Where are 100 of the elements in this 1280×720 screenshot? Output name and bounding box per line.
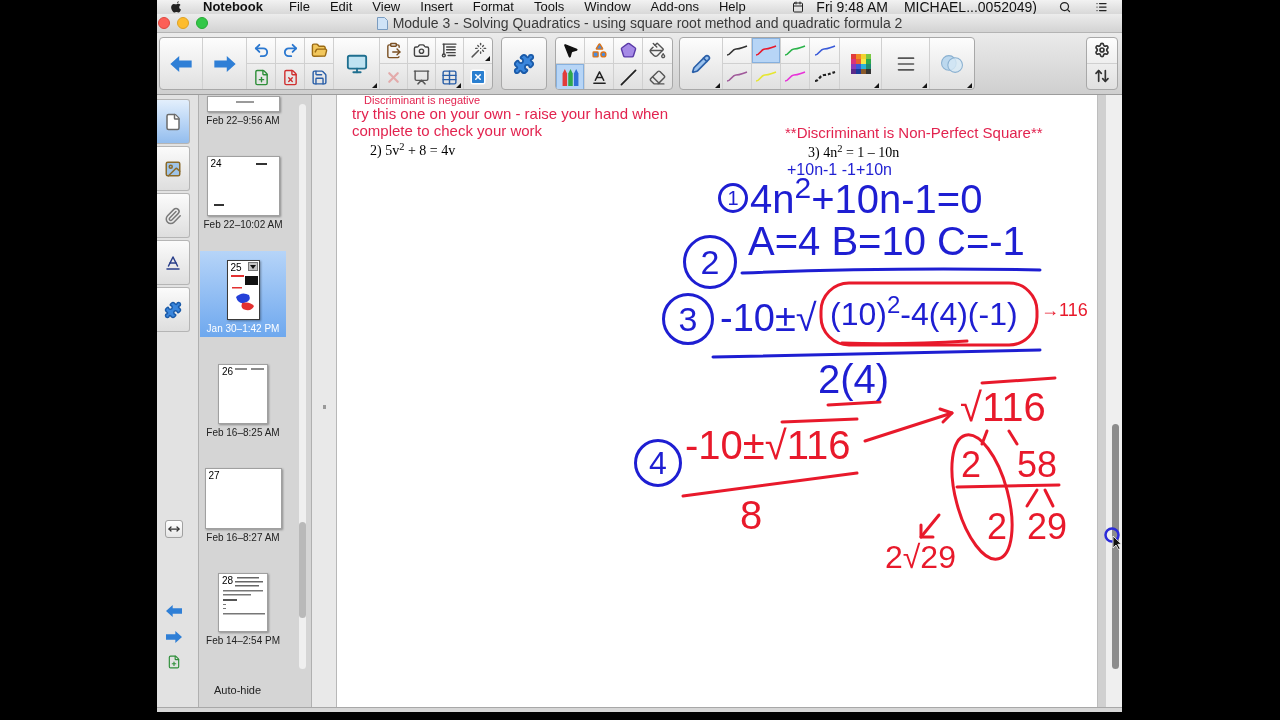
dropdown-triangle-icon [456, 83, 461, 88]
page-date: Feb 22–10:02 AM [203, 219, 283, 231]
page-item[interactable]: 26 Feb 16–8:25 AM [200, 355, 286, 441]
page-thumbnail[interactable]: 25 [226, 260, 260, 320]
clock-text[interactable]: Fri 9:48 AM [816, 0, 888, 14]
scrollbar-thumb[interactable] [299, 522, 306, 618]
handwritten-text: √116 [960, 387, 1046, 427]
dropdown-triangle-icon [715, 83, 720, 88]
auto-hide-label[interactable]: Auto-hide [214, 684, 262, 697]
page-item[interactable]: 25 Jan 30–1:42 PM [200, 251, 286, 337]
up-down-arrow-icon [1094, 68, 1110, 85]
screen-shade-button[interactable] [436, 38, 464, 64]
handwritten-text: 2 [987, 509, 1008, 545]
monitor-icon [345, 53, 368, 75]
dropdown-triangle-icon [372, 83, 377, 88]
problem-equation: 2) 5v$^{2}$ + 8 = 4v [370, 143, 456, 159]
menu-item[interactable]: File [288, 0, 310, 14]
paint-bucket-icon [649, 42, 666, 59]
thumbnail-content-drawing [235, 577, 263, 587]
text-style-icon [164, 253, 182, 272]
whiteboard-canvas[interactable] [337, 95, 1097, 707]
page-item[interactable]: 28 Feb 14–2:54 PM [200, 564, 286, 649]
page-menu-button[interactable] [247, 262, 258, 271]
side-tab[interactable] [157, 287, 190, 332]
menu-item[interactable]: Add-ons [650, 0, 699, 14]
side-tab[interactable] [157, 146, 190, 191]
handwritten-text: 8 [740, 495, 763, 535]
handwritten-text: -10±√116 [685, 425, 851, 465]
page-date: Feb 16–8:27 AM [206, 532, 280, 544]
page-icon [164, 112, 182, 131]
menu-list-icon[interactable] [1095, 1, 1108, 13]
page-plus-icon [252, 68, 270, 86]
handwritten-text: 2(4) [818, 359, 890, 399]
page-item[interactable]: 27 Feb 16–8:27 AM [200, 459, 286, 546]
lines-icon [895, 54, 916, 74]
calendar-icon[interactable] [792, 1, 805, 13]
arrow-right-icon [165, 631, 182, 643]
user-name[interactable]: MICHAEL...0052049) [903, 0, 1037, 14]
scrollbar[interactable] [299, 104, 306, 669]
side-tab[interactable] [157, 193, 190, 238]
handwritten-text: 2 [961, 447, 982, 483]
tool-button[interactable] [614, 38, 643, 64]
app-menu[interactable]: Notebook [203, 0, 263, 14]
menu-item[interactable]: Insert [420, 0, 453, 14]
problem-equation: 3) 4n$^{2}$ = 1 – 10n [808, 145, 900, 161]
page-thumbnail[interactable]: 28 [218, 573, 268, 632]
close-icon [469, 68, 487, 86]
eraser-icon [649, 68, 666, 86]
arrow-left-icon [170, 56, 192, 72]
search-icon[interactable] [1059, 1, 1071, 13]
menu-item[interactable]: Edit [329, 0, 353, 14]
redo-icon [281, 42, 299, 59]
dropdown-triangle-icon [922, 83, 927, 88]
menu-item[interactable]: Window [584, 0, 631, 14]
shapes-icon [590, 42, 608, 59]
menu-item[interactable]: Help [719, 0, 746, 14]
page-plus-icon [166, 655, 181, 669]
handwritten-text: -10±√ [720, 299, 817, 337]
color-grid-icon [850, 54, 871, 74]
page-item[interactable]: Feb 22–9:56 AM [200, 96, 286, 129]
ink-underline [826, 400, 882, 407]
page-date: Feb 22–9:56 AM [206, 115, 280, 127]
scrollbar[interactable] [1097, 95, 1122, 707]
tree-branch-line [1007, 429, 1019, 446]
page-thumbnail[interactable]: 27 [204, 468, 282, 529]
page-number: 25 [230, 262, 242, 273]
menu-item[interactable]: Format [472, 0, 514, 14]
capture-button[interactable] [408, 38, 436, 64]
page-thumbnail[interactable]: 24 [206, 156, 280, 216]
colored-pens-icon [561, 68, 579, 86]
scrollbar-thumb[interactable] [1112, 424, 1119, 669]
page-number: 24 [210, 158, 222, 169]
expand-button[interactable] [164, 520, 183, 538]
page-item[interactable]: 24 Feb 22–10:02 AM [200, 147, 286, 233]
side-tab[interactable] [157, 99, 190, 144]
open-button[interactable] [305, 38, 334, 64]
handwritten-text: 4n$^{2}$+10n-1=0 [750, 179, 983, 219]
document-icon [376, 16, 388, 30]
handwritten-text: (10)$^{2}$-4(4)(-1) [830, 298, 1018, 330]
handwritten-text: 29 [1027, 509, 1068, 545]
addons-button[interactable] [501, 37, 547, 90]
blinds-icon [441, 42, 458, 59]
apple-logo-icon[interactable] [171, 1, 182, 13]
side-tab[interactable] [157, 240, 190, 285]
thumbnail-content-drawing [223, 590, 265, 615]
overlapping-circles-icon [941, 55, 963, 73]
instruction-text: **Discriminant is Non-Perfect Square** [785, 124, 1043, 141]
page-thumbnail[interactable] [206, 96, 280, 112]
previous-page-button[interactable] [164, 604, 183, 618]
undo-button[interactable] [247, 38, 276, 64]
pentagon-icon [619, 42, 637, 59]
handwritten-text: A=4 B=10 C=-1 [748, 221, 1025, 261]
next-page-button[interactable] [164, 630, 183, 644]
tree-branch-line [980, 429, 989, 446]
menu-item[interactable]: Tools [533, 0, 565, 14]
redo-button[interactable] [276, 38, 305, 64]
paste-button[interactable] [380, 38, 408, 64]
menu-item[interactable]: View [372, 0, 401, 14]
close-button[interactable] [158, 17, 170, 29]
page-thumbnail[interactable]: 26 [218, 364, 268, 424]
